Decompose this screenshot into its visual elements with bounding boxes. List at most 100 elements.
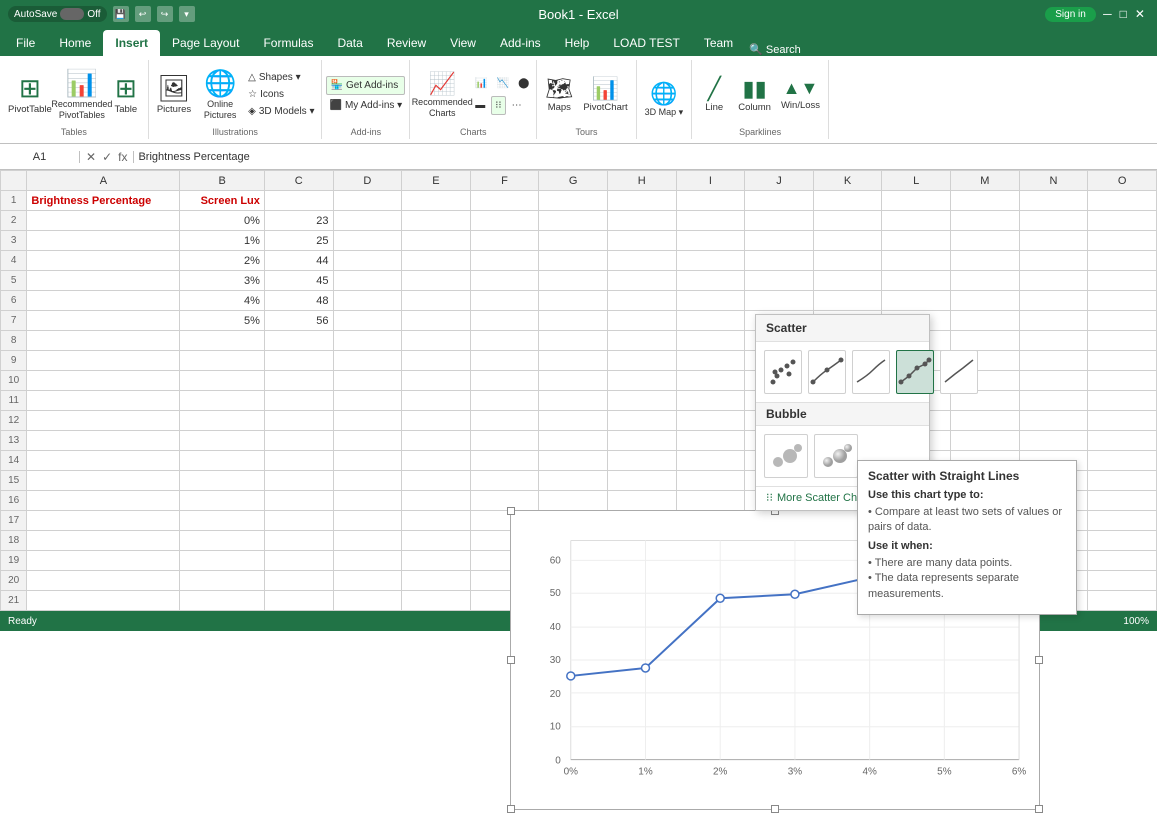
cell-14-B[interactable] (180, 451, 264, 471)
cell-2-N[interactable] (1019, 211, 1088, 231)
cell-17-B[interactable] (180, 511, 264, 531)
cell-13-A[interactable] (27, 431, 180, 451)
get-addins-btn[interactable]: 🏪 Get Add-ins (326, 76, 405, 95)
cell-5-D[interactable] (333, 271, 402, 291)
cell-16-H[interactable] (607, 491, 676, 511)
col-header-j[interactable]: J (745, 171, 814, 191)
cell-15-B[interactable] (180, 471, 264, 491)
cell-7-H[interactable] (607, 311, 676, 331)
cell-4-E[interactable] (402, 251, 471, 271)
recommended-charts-btn[interactable]: 📈 Recommended Charts (414, 63, 470, 127)
scatter-markers-btn[interactable] (764, 350, 802, 394)
row-header-17[interactable]: 17 (1, 511, 27, 531)
cell-20-A[interactable] (27, 571, 180, 591)
cell-7-M[interactable] (951, 311, 1020, 331)
cell-14-G[interactable] (539, 451, 608, 471)
cell-6-K[interactable] (813, 291, 882, 311)
cell-14-E[interactable] (402, 451, 471, 471)
close-btn[interactable]: ✕ (1135, 7, 1145, 21)
cell-2-B[interactable]: 0% (180, 211, 264, 231)
col-header-k[interactable]: K (813, 171, 882, 191)
cell-15-H[interactable] (607, 471, 676, 491)
cell-3-O[interactable] (1088, 231, 1157, 251)
bubble-3d-btn[interactable] (814, 434, 858, 478)
cell-2-J[interactable] (745, 211, 814, 231)
row-header-12[interactable]: 12 (1, 411, 27, 431)
cell-5-C[interactable]: 45 (264, 271, 333, 291)
cell-2-F[interactable] (470, 211, 539, 231)
tab-add-ins[interactable]: Add-ins (488, 30, 553, 56)
cell-6-J[interactable] (745, 291, 814, 311)
cell-1-C[interactable] (264, 191, 333, 211)
cell-13-E[interactable] (402, 431, 471, 451)
cell-2-G[interactable] (539, 211, 608, 231)
cell-10-O[interactable] (1088, 371, 1157, 391)
cell-5-F[interactable] (470, 271, 539, 291)
cell-19-D[interactable] (333, 551, 402, 571)
restore-btn[interactable]: □ (1120, 7, 1127, 21)
cell-7-N[interactable] (1019, 311, 1088, 331)
cell-15-O[interactable] (1088, 471, 1157, 491)
row-header-18[interactable]: 18 (1, 531, 27, 551)
cell-7-E[interactable] (402, 311, 471, 331)
chart-handle-tl[interactable] (507, 507, 515, 515)
chart-handle-bl[interactable] (507, 805, 515, 813)
cell-8-N[interactable] (1019, 331, 1088, 351)
cell-5-O[interactable] (1088, 271, 1157, 291)
chart-handle-mr[interactable] (1035, 656, 1043, 664)
cell-14-A[interactable] (27, 451, 180, 471)
cell-4-M[interactable] (951, 251, 1020, 271)
cell-1-K[interactable] (813, 191, 882, 211)
cell-10-A[interactable] (27, 371, 180, 391)
row-header-20[interactable]: 20 (1, 571, 27, 591)
scatter-chart-btn[interactable]: ⁝⁝ (491, 96, 505, 115)
my-addins-btn[interactable]: ⬛ My Add-ins ▾ (326, 97, 405, 114)
cell-7-B[interactable]: 5% (180, 311, 264, 331)
cell-18-A[interactable] (27, 531, 180, 551)
cell-4-N[interactable] (1019, 251, 1088, 271)
cell-21-O[interactable] (1088, 591, 1157, 611)
tab-home[interactable]: Home (47, 30, 103, 56)
cell-14-I[interactable] (676, 451, 745, 471)
cell-2-D[interactable] (333, 211, 402, 231)
cell-8-I[interactable] (676, 331, 745, 351)
tab-view[interactable]: View (438, 30, 488, 56)
cell-21-C[interactable] (264, 591, 333, 611)
cell-7-C[interactable]: 56 (264, 311, 333, 331)
cell-5-B[interactable]: 3% (180, 271, 264, 291)
cell-5-I[interactable] (676, 271, 745, 291)
cell-7-I[interactable] (676, 311, 745, 331)
cell-7-F[interactable] (470, 311, 539, 331)
col-header-f[interactable]: F (470, 171, 539, 191)
col-header-b[interactable]: B (180, 171, 264, 191)
cell-4-B[interactable]: 2% (180, 251, 264, 271)
cell-15-E[interactable] (402, 471, 471, 491)
cell-3-H[interactable] (607, 231, 676, 251)
cell-15-C[interactable] (264, 471, 333, 491)
cell-10-N[interactable] (1019, 371, 1088, 391)
cell-3-G[interactable] (539, 231, 608, 251)
cell-18-O[interactable] (1088, 531, 1157, 551)
tab-page-layout[interactable]: Page Layout (160, 30, 251, 56)
cell-19-O[interactable] (1088, 551, 1157, 571)
maps-btn[interactable]: 🗺 Maps (541, 63, 577, 127)
cell-5-H[interactable] (607, 271, 676, 291)
col-header-a[interactable]: A (27, 171, 180, 191)
cell-8-B[interactable] (180, 331, 264, 351)
col-header-l[interactable]: L (882, 171, 951, 191)
3dmap-btn[interactable]: 🌐 3D Map ▾ (641, 68, 688, 132)
cell-2-I[interactable] (676, 211, 745, 231)
sparkline-winloss-btn[interactable]: ▲▼ Win/Loss (777, 63, 824, 127)
cell-10-F[interactable] (470, 371, 539, 391)
cell-3-L[interactable] (882, 231, 951, 251)
save-icon[interactable]: 💾 (113, 6, 129, 22)
cell-8-M[interactable] (951, 331, 1020, 351)
bar-chart-btn[interactable]: ▬ (472, 96, 488, 115)
shapes-btn[interactable]: △ Shapes ▾ (245, 69, 317, 86)
cell-4-J[interactable] (745, 251, 814, 271)
cell-1-F[interactable] (470, 191, 539, 211)
cell-5-M[interactable] (951, 271, 1020, 291)
tab-review[interactable]: Review (375, 30, 438, 56)
cell-21-A[interactable] (27, 591, 180, 611)
row-header-13[interactable]: 13 (1, 431, 27, 451)
